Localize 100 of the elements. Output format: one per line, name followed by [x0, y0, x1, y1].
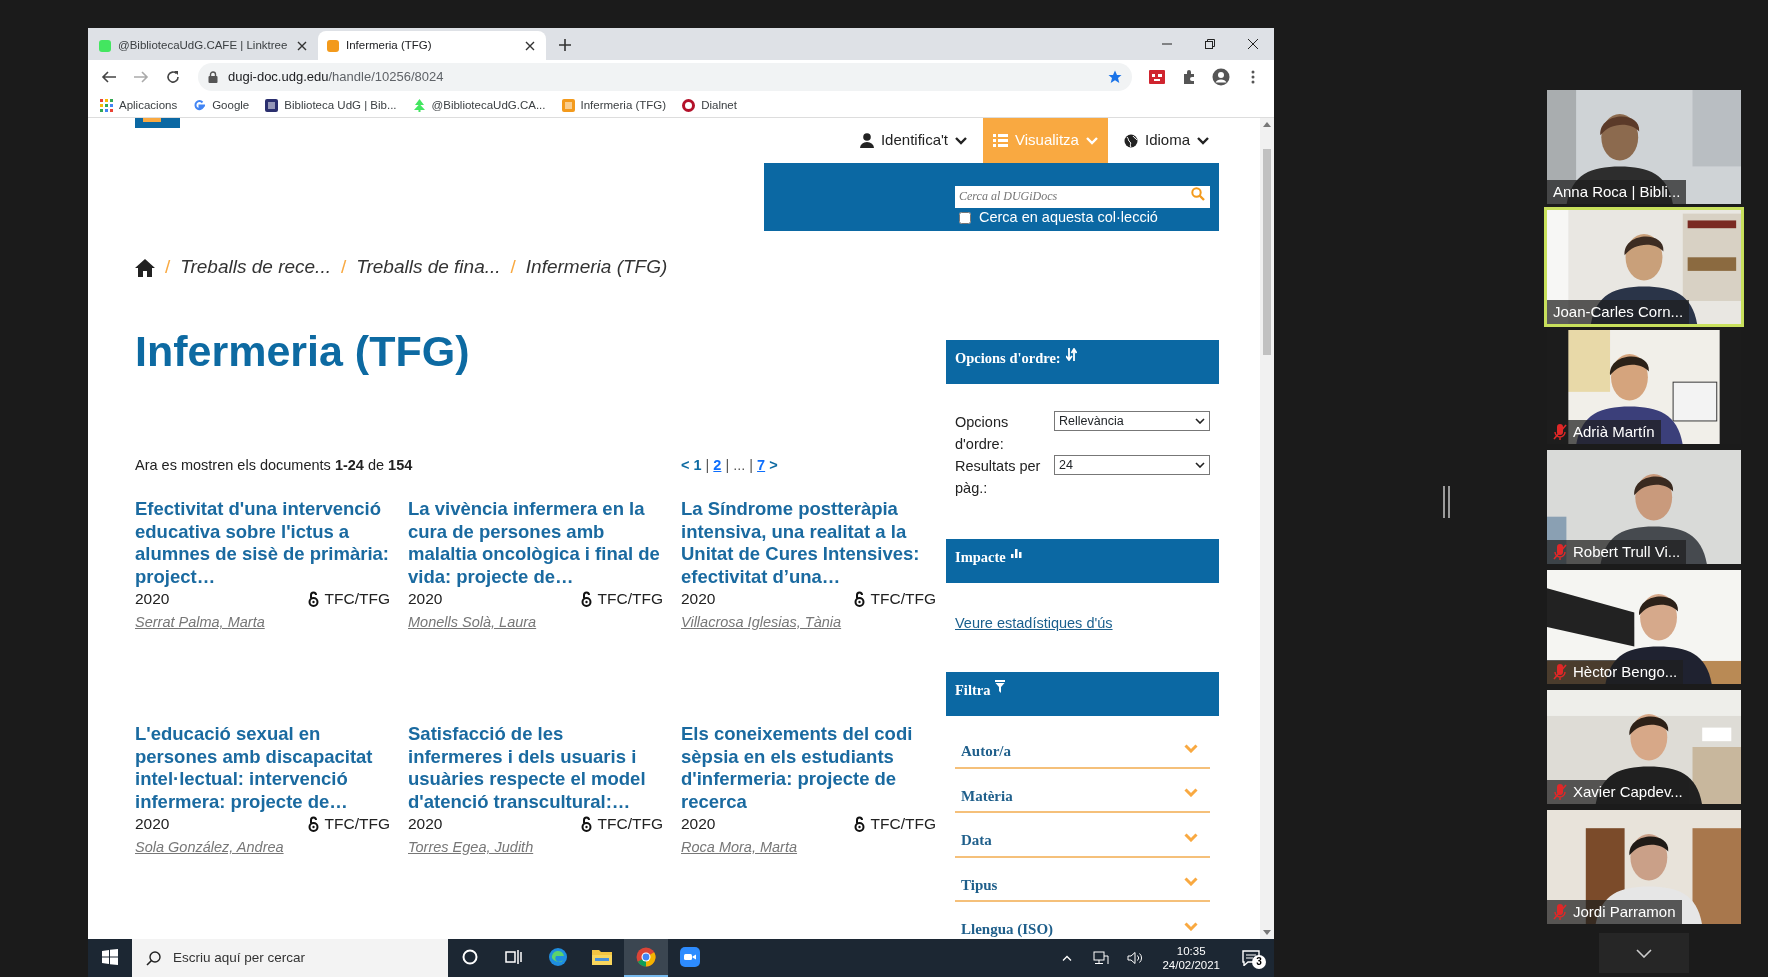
field-label: Resultats per pàg.:: [955, 457, 1042, 498]
open-access-icon: [853, 816, 865, 832]
user-icon: [859, 133, 874, 148]
more-icon: [1251, 70, 1255, 84]
restore-icon: [1203, 38, 1216, 50]
logo-icon[interactable]: [135, 118, 180, 128]
bar-chart-icon: [1010, 547, 1022, 558]
page-arrow-link[interactable]: >: [769, 455, 778, 477]
item-title-link[interactable]: L'educació sexual en persones amb discapacitat intel·lectual: intervenció infermera: projecte de…: [135, 723, 390, 813]
item-title-link[interactable]: La Síndrome postteràpia intensiva, una realitat a la Unitat de Cures Intensives: efectivitat d’una…: [681, 498, 936, 588]
video-tile[interactable]: Robert Trull Vi...: [1544, 447, 1744, 567]
author-link[interactable]: Torres Egea, Judith: [408, 836, 534, 858]
page-link[interactable]: 7: [757, 455, 766, 477]
filter-facet[interactable]: Tipus: [955, 857, 1210, 902]
browser-tab[interactable]: Infermeria (TFG): [318, 31, 546, 60]
item-title-link[interactable]: Satisfacció de les infermeres i dels usuaris i usuàries respecte el model d'atenció transcultural:…: [408, 723, 663, 813]
search-field[interactable]: Cerca al DUGiDocs: [955, 185, 1210, 208]
participant-name: Anna Roca | Bibli...: [1553, 182, 1681, 202]
author-link[interactable]: Serrat Palma, Marta: [135, 611, 265, 633]
bookmark[interactable]: Google: [193, 96, 250, 115]
bookmark[interactable]: Biblioteca UdG | Bib...: [265, 96, 397, 115]
lock-icon: [208, 71, 218, 83]
statistics-link[interactable]: Veure estadístiques d'ús: [946, 583, 1219, 633]
video-tile[interactable]: Jordi Parramon: [1544, 807, 1744, 927]
forward-icon: [133, 69, 149, 85]
author-link[interactable]: Monells Solà, Laura: [408, 611, 537, 633]
scrollbar[interactable]: [1260, 118, 1274, 939]
breadcrumb-separator: /: [165, 254, 171, 279]
chevron-down-icon: [1195, 418, 1205, 424]
notifications-button[interactable]: 3: [1234, 945, 1268, 971]
item-title-link[interactable]: La vivència infermera en la cura de persones amb malaltia oncològica i final de vida: projecte de…: [408, 498, 663, 588]
close-icon: [1246, 38, 1259, 50]
breadcrumb-link[interactable]: Treballs de fina...: [356, 252, 501, 282]
page-separator: |: [725, 456, 730, 476]
item-year: 2020: [135, 814, 170, 835]
panel-header: Impacte: [946, 539, 1219, 583]
search-icon: [146, 950, 161, 966]
video-tile[interactable]: Xavier Capdev...: [1544, 687, 1744, 807]
current-page: 1: [693, 456, 702, 476]
chevron-up-icon: [1062, 955, 1073, 961]
author-link[interactable]: Villacrosa Iglesias, Tània: [681, 611, 842, 633]
bookmark[interactable]: Dialnet: [682, 96, 737, 115]
field-label: Opcions d'ordre:: [955, 413, 1010, 454]
author-link[interactable]: Roca Mora, Marta: [681, 836, 798, 858]
filter-facet[interactable]: Data: [955, 813, 1210, 858]
network-icon: [1093, 951, 1110, 965]
page-arrow-link[interactable]: <: [681, 455, 690, 477]
breadcrumb-separator: /: [510, 254, 516, 279]
taskbar-search-field[interactable]: Escriu aquí per cercar: [132, 939, 448, 977]
scroll-up-icon[interactable]: [1263, 121, 1271, 127]
splitter-handle[interactable]: [1443, 486, 1451, 518]
scope-checkbox[interactable]: [959, 211, 971, 224]
address-bar[interactable]: dugi-doc.udg.edu/handle/10256/8024: [198, 63, 1132, 91]
item-year: 2020: [408, 814, 443, 835]
item-year: 2020: [681, 814, 716, 835]
sort-icon: [1065, 348, 1077, 361]
star-icon[interactable]: [1108, 70, 1122, 84]
browser-tab[interactable]: @BibliotecaUdG.CAFE | Linktree: [90, 31, 318, 60]
nav-menu[interactable]: Identifica't: [849, 118, 978, 163]
clock[interactable]: 10:35 24/02/2021: [1156, 944, 1226, 972]
chevron-down-icon: [1197, 136, 1209, 145]
filter-facet[interactable]: Matèria: [955, 768, 1210, 813]
close-icon: [297, 40, 307, 51]
breadcrumb-link[interactable]: Infermeria (TFG): [525, 252, 668, 282]
bookmark[interactable]: @BibliotecaUdG.CA...: [412, 96, 546, 115]
open-access-icon: [307, 591, 319, 607]
item-type: TFC/TFG: [597, 814, 663, 835]
breadcrumb-link[interactable]: Treballs de rece...: [180, 252, 331, 282]
author-link[interactable]: Sola González, Andrea: [135, 836, 284, 858]
participant-name: Hèctor Bengo...: [1573, 662, 1678, 682]
nav-menu[interactable]: Idioma: [1113, 118, 1219, 163]
item-type: TFC/TFG: [870, 814, 936, 835]
bookmark[interactable]: Infermeria (TFG): [561, 96, 667, 115]
page-link[interactable]: 2: [713, 455, 722, 477]
filter-facet[interactable]: Autor/a: [955, 724, 1210, 769]
chevron-down-icon: [955, 136, 968, 145]
select-dropdown[interactable]: 24: [1054, 455, 1210, 475]
bookmark[interactable]: Aplicacions: [100, 96, 178, 115]
item-title-link[interactable]: Efectivitat d'una intervenció educativa sobre l'ictus a alumnes de sisè de primària: project…: [135, 498, 390, 588]
select-dropdown[interactable]: Rellevància: [1054, 411, 1210, 431]
apps-grid-icon: [100, 99, 113, 112]
scrollbar-thumb[interactable]: [1263, 149, 1271, 355]
notification-icon: [1242, 950, 1260, 966]
video-tile[interactable]: Hèctor Bengo...: [1544, 567, 1744, 687]
item-type: TFC/TFG: [324, 589, 390, 610]
chevron-down-icon: [1636, 948, 1652, 958]
item-title-link[interactable]: Els coneixements del codi sèpsia en els estudiants d'infermeria: projecte de recerca: [681, 723, 936, 813]
video-tile[interactable]: Anna Roca | Bibli...: [1544, 87, 1744, 207]
puzzle-icon: [1181, 69, 1197, 85]
globe-icon: [1123, 133, 1138, 148]
item-type: TFC/TFG: [597, 589, 663, 610]
participant-name: Robert Trull Vi...: [1573, 542, 1681, 562]
google-icon: [193, 99, 207, 112]
results-count: Ara es mostren els documents 1-24 de 154: [135, 456, 414, 476]
task-view-icon: [505, 949, 523, 965]
participant-name: Adrià Martín: [1573, 422, 1655, 442]
video-tile[interactable]: Joan-Carles Corn...: [1544, 207, 1744, 327]
reload-icon: [165, 69, 181, 85]
video-tile[interactable]: Adrià Martín: [1544, 327, 1744, 447]
scroll-down-icon[interactable]: [1263, 930, 1271, 936]
